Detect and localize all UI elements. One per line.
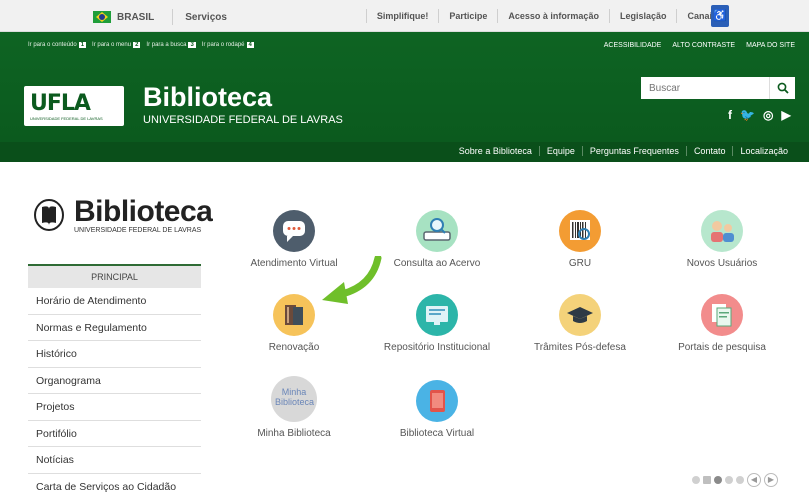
- barcode-icon: [559, 210, 601, 252]
- site-title[interactable]: Biblioteca: [143, 82, 272, 113]
- book-search-icon: [416, 210, 458, 252]
- skip-link-menu[interactable]: Ir para o menu 2: [92, 42, 141, 48]
- tile-novos-usuarios[interactable]: Novos Usuários: [662, 210, 782, 269]
- carousel-pager: ◀ ▶: [692, 473, 778, 487]
- search-input[interactable]: [641, 77, 769, 99]
- pager-dot-active[interactable]: [714, 476, 722, 484]
- tile-label: Consulta ao Acervo: [393, 258, 481, 269]
- tile-portais[interactable]: Portais de pesquisa: [662, 294, 782, 353]
- social-links: f 🐦 ◎ ▶: [728, 108, 791, 122]
- instagram-icon[interactable]: ◎: [763, 108, 773, 122]
- tile-gru[interactable]: GRU: [520, 210, 640, 269]
- skip-links: Ir para o conteúdo 1 Ir para o menu 2 Ir p…: [28, 42, 254, 48]
- menu-title: PRINCIPAL: [28, 264, 201, 288]
- book-logo-icon: [34, 199, 64, 231]
- chat-icon: [273, 210, 315, 252]
- tile-label: Minha Biblioteca: [257, 428, 331, 439]
- divider: [172, 9, 174, 25]
- tablet-icon: [416, 380, 458, 422]
- tile-consulta-acervo[interactable]: Consulta ao Acervo: [377, 210, 497, 269]
- secondary-nav: Sobre a Biblioteca Equipe Perguntas Freq…: [0, 142, 809, 162]
- books-icon: [273, 294, 315, 336]
- minha-biblioteca-logo: Minha Biblioteca: [271, 376, 317, 422]
- youtube-icon[interactable]: ▶: [781, 108, 790, 122]
- high-contrast-link[interactable]: ALTO CONTRASTE: [672, 42, 735, 49]
- tile-label: Portais de pesquisa: [678, 342, 766, 353]
- accessibility-link[interactable]: ACESSIBILIDADE: [604, 42, 662, 49]
- tile-repositorio[interactable]: Repositório Institucional: [377, 294, 497, 353]
- tile-label: Trâmites Pós-defesa: [534, 342, 626, 353]
- gov-link-acesso[interactable]: Acesso à informação: [497, 9, 609, 23]
- sidebar-item-organograma[interactable]: Organograma: [28, 368, 201, 394]
- users-icon: [701, 210, 743, 252]
- nav-sobre[interactable]: Sobre a Biblioteca: [452, 146, 539, 156]
- nav-equipe[interactable]: Equipe: [538, 146, 582, 156]
- tile-label: Renovação: [268, 342, 320, 353]
- tile-minha-biblioteca[interactable]: Minha Biblioteca Minha Biblioteca: [234, 376, 354, 439]
- tile-biblioteca-virtual[interactable]: Biblioteca Virtual: [377, 380, 497, 439]
- biblioteca-logo[interactable]: Biblioteca UNIVERSIDADE FEDERAL DE LAVRA…: [30, 195, 213, 245]
- sidebar-menu: Horário de Atendimento Normas e Regulame…: [28, 288, 201, 494]
- pager-dot[interactable]: [736, 476, 744, 484]
- pager-dot[interactable]: [725, 476, 733, 484]
- sidebar-item-carta[interactable]: Carta de Serviços ao Cidadão: [28, 474, 201, 494]
- gov-link-simplifique[interactable]: Simplifique!: [365, 9, 439, 23]
- sidebar-item-normas[interactable]: Normas e Regulamento: [28, 315, 201, 341]
- documents-icon: [701, 294, 743, 336]
- tile-label: Repositório Institucional: [383, 342, 491, 353]
- gov-top-bar: BRASIL Serviços Simplifique! Participe A…: [0, 0, 809, 32]
- gov-services-link[interactable]: Serviços: [185, 12, 227, 23]
- site-subtitle: UNIVERSIDADE FEDERAL DE LAVRAS: [143, 114, 343, 126]
- chevron-right-icon[interactable]: ▶: [764, 473, 778, 487]
- facebook-icon[interactable]: f: [728, 108, 732, 122]
- search-button[interactable]: [769, 77, 795, 99]
- sidebar-item-projetos[interactable]: Projetos: [28, 394, 201, 421]
- nav-perguntas[interactable]: Perguntas Frequentes: [581, 146, 686, 156]
- sidebar-item-portifolio[interactable]: Portifólio: [28, 421, 201, 447]
- pager-dot[interactable]: [692, 476, 700, 484]
- skip-link-footer[interactable]: Ir para o rodapé 4: [202, 42, 254, 48]
- search-icon: [777, 82, 789, 94]
- accessibility-icon[interactable]: ♿: [711, 5, 729, 27]
- gov-country-link[interactable]: BRASIL: [117, 12, 154, 23]
- ufla-logo[interactable]: UFLA UNIVERSIDADE FEDERAL DE LAVRAS: [24, 86, 124, 126]
- sidebar-item-horario[interactable]: Horário de Atendimento: [28, 288, 201, 315]
- twitter-icon[interactable]: 🐦: [740, 108, 755, 122]
- arrow-pointer-icon: [322, 256, 382, 304]
- site-header: Ir para o conteúdo 1 Ir para o menu 2 Ir p…: [0, 32, 809, 142]
- nav-localizacao[interactable]: Localização: [732, 146, 795, 156]
- gov-link-participe[interactable]: Participe: [438, 9, 497, 23]
- brazil-flag-icon: [93, 11, 111, 23]
- sidebar-item-noticias[interactable]: Notícias: [28, 447, 201, 474]
- tile-label: Novos Usuários: [686, 258, 758, 269]
- sitemap-link[interactable]: MAPA DO SITE: [746, 42, 795, 49]
- sidebar-item-historico[interactable]: Histórico: [28, 341, 201, 368]
- graduation-cap-icon: [559, 294, 601, 336]
- tile-label: Biblioteca Virtual: [399, 428, 475, 439]
- skip-link-search[interactable]: Ir para a busca 3: [146, 42, 196, 48]
- tile-tramites[interactable]: Trâmites Pós-defesa: [520, 294, 640, 353]
- repository-icon: [416, 294, 458, 336]
- nav-contato[interactable]: Contato: [685, 146, 733, 156]
- gov-link-legislacao[interactable]: Legislação: [608, 9, 677, 23]
- tile-label: GRU: [568, 258, 592, 269]
- chevron-left-icon[interactable]: ◀: [747, 473, 761, 487]
- pager-dot[interactable]: [703, 476, 711, 484]
- search-box: [641, 77, 795, 99]
- skip-link-content[interactable]: Ir para o conteúdo 1: [28, 42, 87, 48]
